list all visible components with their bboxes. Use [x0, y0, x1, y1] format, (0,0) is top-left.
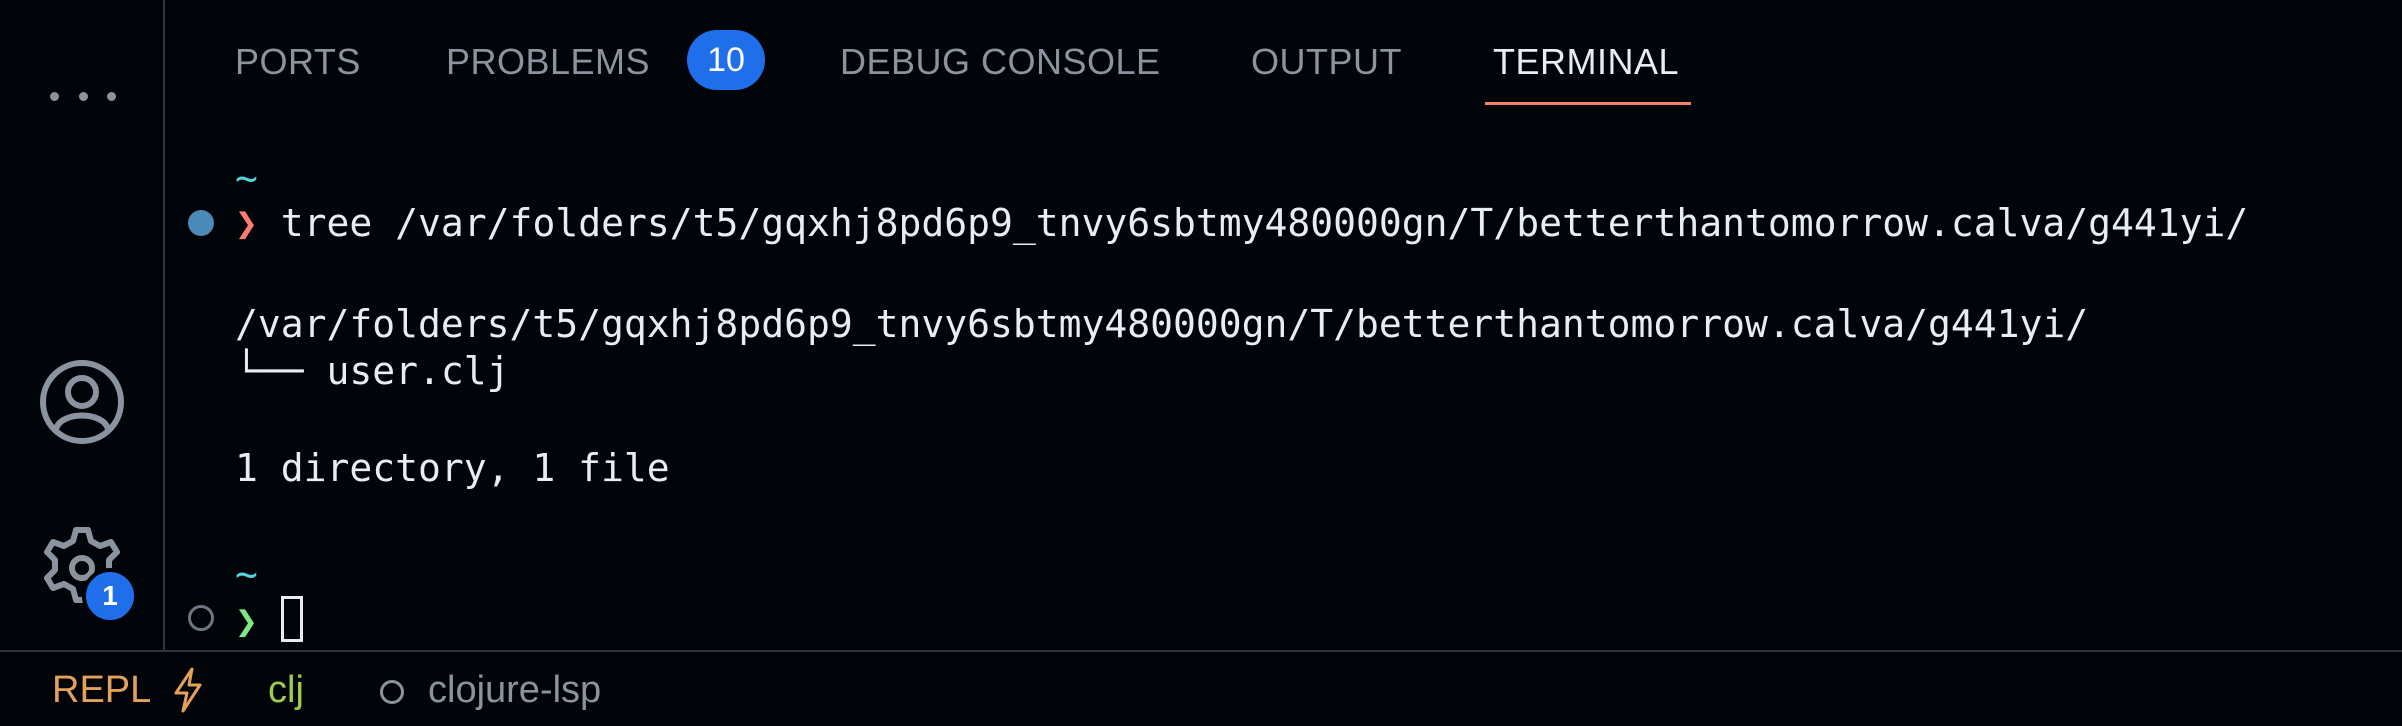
prompt-directory: ~ [235, 552, 258, 596]
manage-badge: 1 [82, 568, 138, 624]
command-text: tree /var/folders/t5/gqxhj8pd6p9_tnvy6sb… [280, 201, 2249, 245]
prompt-symbol: ❯ [235, 201, 258, 245]
tab-debug-console[interactable]: DEBUG CONSOLE [840, 38, 1161, 86]
active-tab-indicator [1485, 102, 1691, 105]
output-line: 1 directory, 1 file [235, 446, 670, 490]
command-decoration-dot[interactable] [188, 605, 214, 631]
tab-problems[interactable]: PROBLEMS [446, 38, 650, 86]
command-decoration-dot[interactable] [188, 210, 214, 236]
status-bar: REPL clj clojure-lsp [0, 650, 2402, 726]
tab-terminal[interactable]: TERMINAL [1493, 38, 1679, 86]
tab-ports[interactable]: PORTS [235, 38, 361, 86]
ellipsis-icon[interactable] [50, 90, 116, 102]
lightning-bolt-icon[interactable] [170, 666, 206, 714]
panel-tab-bar: PORTS PROBLEMS 10 DEBUG CONSOLE OUTPUT T… [165, 0, 2402, 110]
circle-outline-icon [380, 680, 404, 704]
prompt-symbol: ❯ [235, 599, 258, 643]
activity-bar: 1 [0, 0, 165, 650]
prompt-directory: ~ [235, 156, 258, 200]
vscode-panel-window: 1 PORTS PROBLEMS 10 DEBUG CONSOLE OUTPUT… [0, 0, 2402, 726]
output-line: └── user.clj [235, 349, 510, 393]
terminal-cursor [280, 596, 303, 642]
input-line[interactable]: ❯ [235, 596, 303, 645]
output-line: /var/folders/t5/gqxhj8pd6p9_tnvy6sbtmy48… [235, 302, 2089, 346]
account-icon[interactable] [39, 359, 125, 445]
tab-output[interactable]: OUTPUT [1251, 38, 1402, 86]
problems-count-badge: 10 [687, 30, 765, 90]
command-line: ❯ tree /var/folders/t5/gqxhj8pd6p9_tnvy6… [235, 199, 2248, 247]
terminal-view[interactable]: ~ ❯ tree /var/folders/t5/gqxhj8pd6p9_tnv… [165, 110, 2402, 650]
repl-status[interactable]: REPL [52, 664, 151, 716]
clj-status[interactable]: clj [268, 664, 304, 716]
clojure-lsp-status[interactable]: clojure-lsp [428, 664, 601, 716]
